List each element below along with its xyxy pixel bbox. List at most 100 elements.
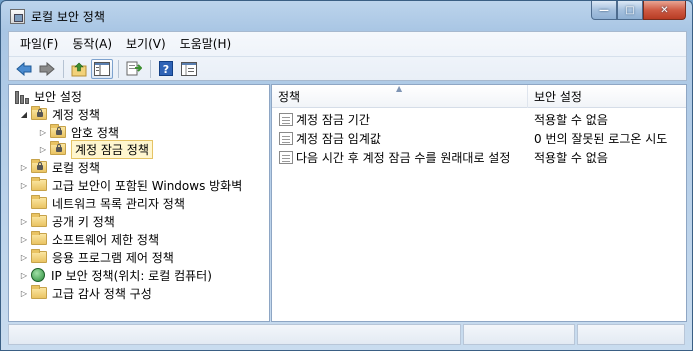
policy-name: 다음 시간 후 계정 잠금 수를 원래대로 설정	[296, 151, 511, 165]
back-button[interactable]	[13, 59, 35, 79]
status-segment	[8, 324, 461, 345]
forward-button[interactable]	[36, 59, 58, 79]
show-hide-tree-button[interactable]	[91, 58, 113, 79]
close-icon: ✕	[660, 4, 669, 16]
list-header: ▲ 정책 보안 설정	[272, 85, 686, 108]
expand-icon[interactable]: ▷	[38, 144, 48, 154]
tree-item-label: IP 보안 정책(위치: 로컬 컴퓨터)	[51, 268, 212, 283]
app-icon	[10, 9, 25, 24]
up-folder-button[interactable]	[68, 59, 90, 79]
tree-root[interactable]: 보안 설정	[15, 87, 82, 105]
column-header-label: 보안 설정	[534, 90, 582, 104]
expand-icon[interactable]: ▷	[38, 127, 48, 137]
expand-icon[interactable]: ▷	[19, 288, 29, 298]
tree-item-label: 암호 정책	[71, 125, 119, 140]
main-window: 로컬 보안 정책 — □ ✕ 파일(F) 동작(A) 보기(V) 도움말(H)	[0, 0, 693, 351]
window-title: 로컬 보안 정책	[31, 10, 105, 24]
tree-item-label: 응용 프로그램 제어 정책	[52, 250, 174, 265]
minimize-icon: —	[599, 4, 609, 16]
menu-file[interactable]: 파일(F)	[13, 33, 65, 54]
tree-item-firewall[interactable]: ▷ 고급 보안이 포함된 Windows 방화벽	[19, 176, 242, 194]
status-segment	[577, 324, 685, 345]
list-item[interactable]: 계정 잠금 기간 적용할 수 없음	[272, 110, 686, 129]
policy-icon	[279, 151, 293, 164]
column-header-policy[interactable]: ▲ 정책	[272, 85, 528, 108]
forward-icon	[39, 61, 55, 76]
locked-folder-icon	[31, 159, 47, 173]
tree-item-app-control[interactable]: ▷ 응용 프로그램 제어 정책	[19, 248, 174, 266]
menu-action[interactable]: 동작(A)	[65, 33, 119, 54]
folder-icon	[31, 285, 47, 299]
tree-item-label: 계정 정책	[52, 107, 100, 122]
expand-icon[interactable]: ▷	[19, 216, 29, 226]
tree-item-label: 고급 보안이 포함된 Windows 방화벽	[52, 178, 243, 193]
properties-icon	[181, 61, 197, 76]
maximize-icon: □	[625, 4, 635, 16]
tree-item-password-policy[interactable]: ▷ 암호 정책	[38, 123, 119, 141]
policy-name: 계정 잠금 임계값	[296, 132, 381, 146]
caption-buttons: — □ ✕	[591, 1, 686, 21]
tree-item-ip-security[interactable]: ▷ IP 보안 정책(위치: 로컬 컴퓨터)	[19, 266, 212, 284]
tree-item-advanced-audit[interactable]: ▷ 고급 감사 정책 구성	[19, 284, 152, 302]
tree-item-label: 소프트웨어 제한 정책	[52, 232, 159, 247]
tree-item-label: 계정 잠금 정책	[71, 139, 153, 159]
policy-setting: 적용할 수 없음	[534, 151, 608, 165]
column-header-security-setting[interactable]: 보안 설정	[528, 85, 686, 108]
collapse-icon[interactable]: ◢	[19, 109, 29, 119]
policy-icon	[279, 132, 293, 145]
locked-folder-icon	[50, 141, 66, 155]
close-button[interactable]: ✕	[643, 1, 686, 20]
expand-icon[interactable]: ▷	[19, 252, 29, 262]
status-bar	[8, 324, 687, 345]
menu-bar: 파일(F) 동작(A) 보기(V) 도움말(H)	[9, 32, 238, 54]
title-bar[interactable]: 로컬 보안 정책 — □ ✕	[1, 1, 692, 31]
security-settings-icon	[15, 89, 29, 104]
show-hide-tree-icon	[94, 61, 110, 76]
tree-item-label: 네트워크 목록 관리자 정책	[52, 196, 185, 211]
menu-view[interactable]: 보기(V)	[119, 33, 173, 54]
policy-setting: 적용할 수 없음	[534, 113, 608, 127]
menu-help[interactable]: 도움말(H)	[173, 33, 239, 54]
tree-item-public-key[interactable]: ▷ 공개 키 정책	[19, 212, 115, 230]
toolbar-separator	[63, 59, 64, 78]
tree-item-local-policy[interactable]: ▷ 로컬 정책	[19, 158, 100, 176]
ip-security-icon	[31, 268, 45, 282]
tree-item-account-lockout-policy[interactable]: ▷ 계정 잠금 정책	[38, 139, 153, 159]
policy-name: 계정 잠금 기간	[296, 113, 370, 127]
tree-pane[interactable]: 보안 설정 ◢ 계정 정책 ▷ 암호 정책 ▷ 계정 잠금 정책 ▷ 로컬 정책…	[8, 84, 270, 322]
help-button[interactable]: ?	[155, 59, 177, 79]
properties-button[interactable]	[178, 59, 200, 79]
expand-icon[interactable]: ▷	[19, 162, 29, 172]
toolbar: ?	[9, 56, 686, 80]
svg-text:?: ?	[163, 63, 169, 76]
tree-item-account-policy[interactable]: ◢ 계정 정책	[19, 105, 100, 123]
sort-ascending-icon: ▲	[396, 84, 403, 93]
menu-toolbar-area: 파일(F) 동작(A) 보기(V) 도움말(H) ?	[8, 31, 687, 81]
locked-folder-icon	[50, 124, 66, 138]
tree-item-software-restriction[interactable]: ▷ 소프트웨어 제한 정책	[19, 230, 159, 248]
export-list-button[interactable]	[123, 59, 145, 79]
tree-item-label: 로컬 정책	[52, 160, 100, 175]
list-item[interactable]: 계정 잠금 임계값 0 번의 잘못된 로그온 시도	[272, 129, 686, 148]
status-segment	[463, 324, 575, 345]
expand-icon[interactable]: ▷	[19, 180, 29, 190]
column-header-label: 정책	[278, 90, 301, 104]
help-icon: ?	[159, 61, 173, 76]
expand-icon[interactable]: ▷	[19, 270, 29, 280]
folder-icon	[31, 177, 47, 191]
folder-icon	[31, 195, 47, 209]
minimize-button[interactable]: —	[591, 1, 617, 20]
folder-icon	[31, 231, 47, 245]
folder-icon	[31, 213, 47, 227]
folder-icon	[31, 249, 47, 263]
export-list-icon	[126, 61, 142, 76]
details-pane[interactable]: ▲ 정책 보안 설정 계정 잠금 기간 적용할 수 없음 계정 잠금 임계값 0…	[271, 84, 687, 322]
list-item[interactable]: 다음 시간 후 계정 잠금 수를 원래대로 설정 적용할 수 없음	[272, 148, 686, 167]
tree-item-network-list[interactable]: 네트워크 목록 관리자 정책	[31, 194, 185, 212]
maximize-button[interactable]: □	[617, 1, 643, 20]
expand-icon[interactable]: ▷	[19, 234, 29, 244]
tree-item-label: 공개 키 정책	[52, 214, 115, 229]
toolbar-separator	[118, 59, 119, 78]
up-folder-icon	[71, 62, 87, 76]
tree-root-label: 보안 설정	[34, 89, 82, 104]
